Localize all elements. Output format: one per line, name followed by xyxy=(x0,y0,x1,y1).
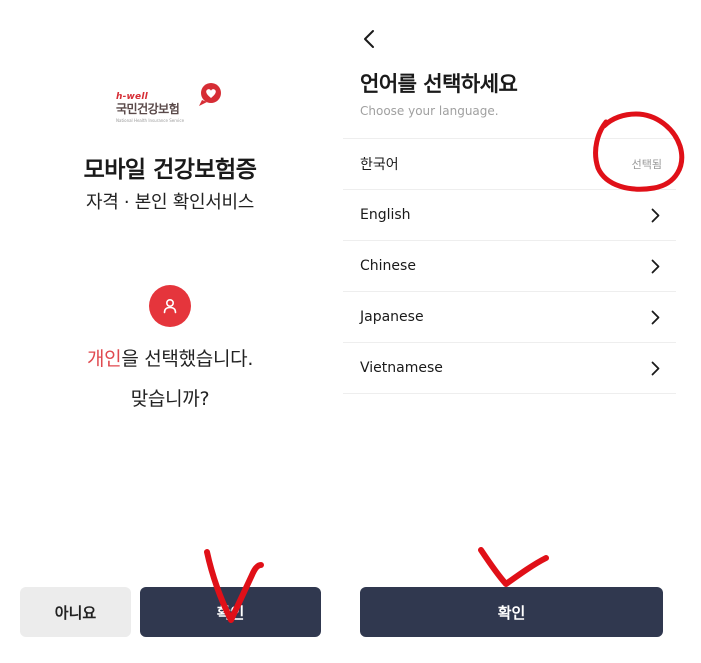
confirm-question: 개인을 선택했습니다. xyxy=(0,344,340,371)
language-label: Japanese xyxy=(360,309,424,325)
language-item-vietnamese[interactable]: Vietnamese xyxy=(343,343,676,394)
no-button[interactable]: 아니요 xyxy=(20,587,131,637)
chevron-right-icon xyxy=(648,360,662,376)
language-label: English xyxy=(360,207,411,223)
person-badge xyxy=(149,285,191,327)
confirm-button-right[interactable]: 확인 xyxy=(360,587,663,637)
question-highlight: 개인 xyxy=(86,348,122,370)
language-item-chinese[interactable]: Chinese xyxy=(343,241,676,292)
language-label: Chinese xyxy=(360,258,416,274)
language-item-korean[interactable]: 한국어 선택됨 xyxy=(343,139,676,190)
confirm-button-left[interactable]: 확인 xyxy=(140,587,321,637)
heart-logo-icon xyxy=(199,83,221,106)
chevron-right-icon xyxy=(648,258,662,274)
language-label: 한국어 xyxy=(360,157,399,173)
right-screen: 언어를 선택하세요 Choose your language. 한국어 선택됨 … xyxy=(340,0,701,663)
back-button[interactable] xyxy=(358,26,380,52)
language-list: 한국어 선택됨 English Chinese Japanese Vietnam… xyxy=(343,138,676,394)
page-subtitle: 자격 · 본인 확인서비스 xyxy=(85,192,255,213)
logo-sub: National Health Insurance Service xyxy=(116,118,185,123)
left-screen: h-well 국민건강보험 National Health Insurance … xyxy=(0,0,340,663)
language-item-english[interactable]: English xyxy=(343,190,676,241)
nhis-logo: h-well 국민건강보험 National Health Insurance … xyxy=(116,80,226,130)
confirm-question-line2: 맞습니까? xyxy=(130,388,210,410)
logo-name: 국민건강보험 xyxy=(116,102,180,116)
language-title: 언어를 선택하세요 xyxy=(360,72,518,96)
chevron-right-icon xyxy=(648,207,662,223)
language-subtitle: Choose your language. xyxy=(360,104,499,118)
person-icon xyxy=(163,298,177,314)
back-arrow-icon xyxy=(364,30,374,48)
language-label: Vietnamese xyxy=(360,360,443,376)
question-rest: 을 선택했습니다. xyxy=(121,348,254,370)
chevron-right-icon xyxy=(648,309,662,325)
language-item-japanese[interactable]: Japanese xyxy=(343,292,676,343)
selected-status: 선택됨 xyxy=(631,158,662,171)
page-title: 모바일 건강보험증 xyxy=(83,157,257,183)
